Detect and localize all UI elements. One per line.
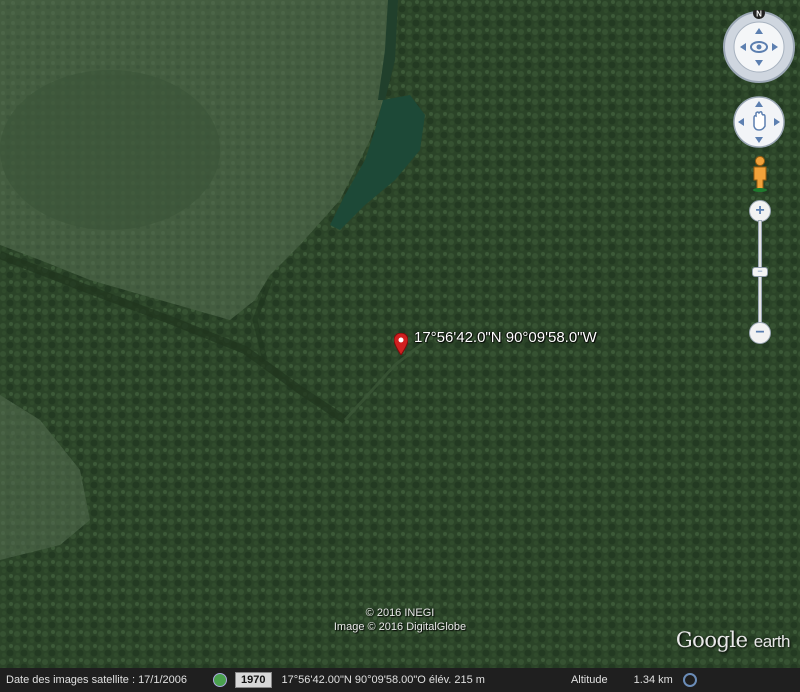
map-view[interactable]: 17°56'42.0"N 90°09'58.0"W © 2016 INEGI I… [0, 0, 800, 692]
pegman-icon[interactable] [750, 156, 770, 192]
streaming-progress-icon [682, 673, 697, 687]
copyright-line-2: Image © 2016 DigitalGlobe [333, 621, 467, 633]
cursor-coordinates: 17°56'42.00"N 90°09'58.00"O élév. 215 m [281, 674, 485, 686]
zoom-in-button[interactable]: + [749, 200, 771, 222]
imagery-attribution: © 2016 INEGI Image © 2016 DigitalGlobe [300, 606, 500, 634]
imagery-date: Date des images satellite : 17/1/2006 [6, 674, 188, 686]
altitude-label: Altitude [570, 674, 608, 686]
copyright-line-1: © 2016 INEGI [365, 607, 435, 619]
status-bar: Date des images satellite : 17/1/2006 19… [0, 668, 800, 692]
zoom-thumb[interactable]: − [752, 267, 768, 277]
logo-product: earth [753, 632, 791, 651]
map-pin-icon[interactable] [394, 333, 408, 355]
zoom-slider[interactable]: + − − [749, 200, 771, 348]
google-earth-logo: Google earth [675, 628, 791, 652]
compass-north-label[interactable]: N [756, 10, 762, 19]
historical-imagery-icon[interactable] [213, 673, 228, 687]
placemark-label[interactable]: 17°56'42.0"N 90°09'58.0"W [414, 329, 597, 346]
zoom-out-button[interactable]: − [749, 322, 771, 344]
move-control[interactable] [733, 96, 785, 148]
historical-year-badge[interactable]: 1970 [235, 672, 272, 688]
logo-brand: Google [675, 628, 748, 652]
altitude-value: 1.34 km [633, 674, 673, 686]
look-around-control[interactable]: N [722, 10, 796, 84]
